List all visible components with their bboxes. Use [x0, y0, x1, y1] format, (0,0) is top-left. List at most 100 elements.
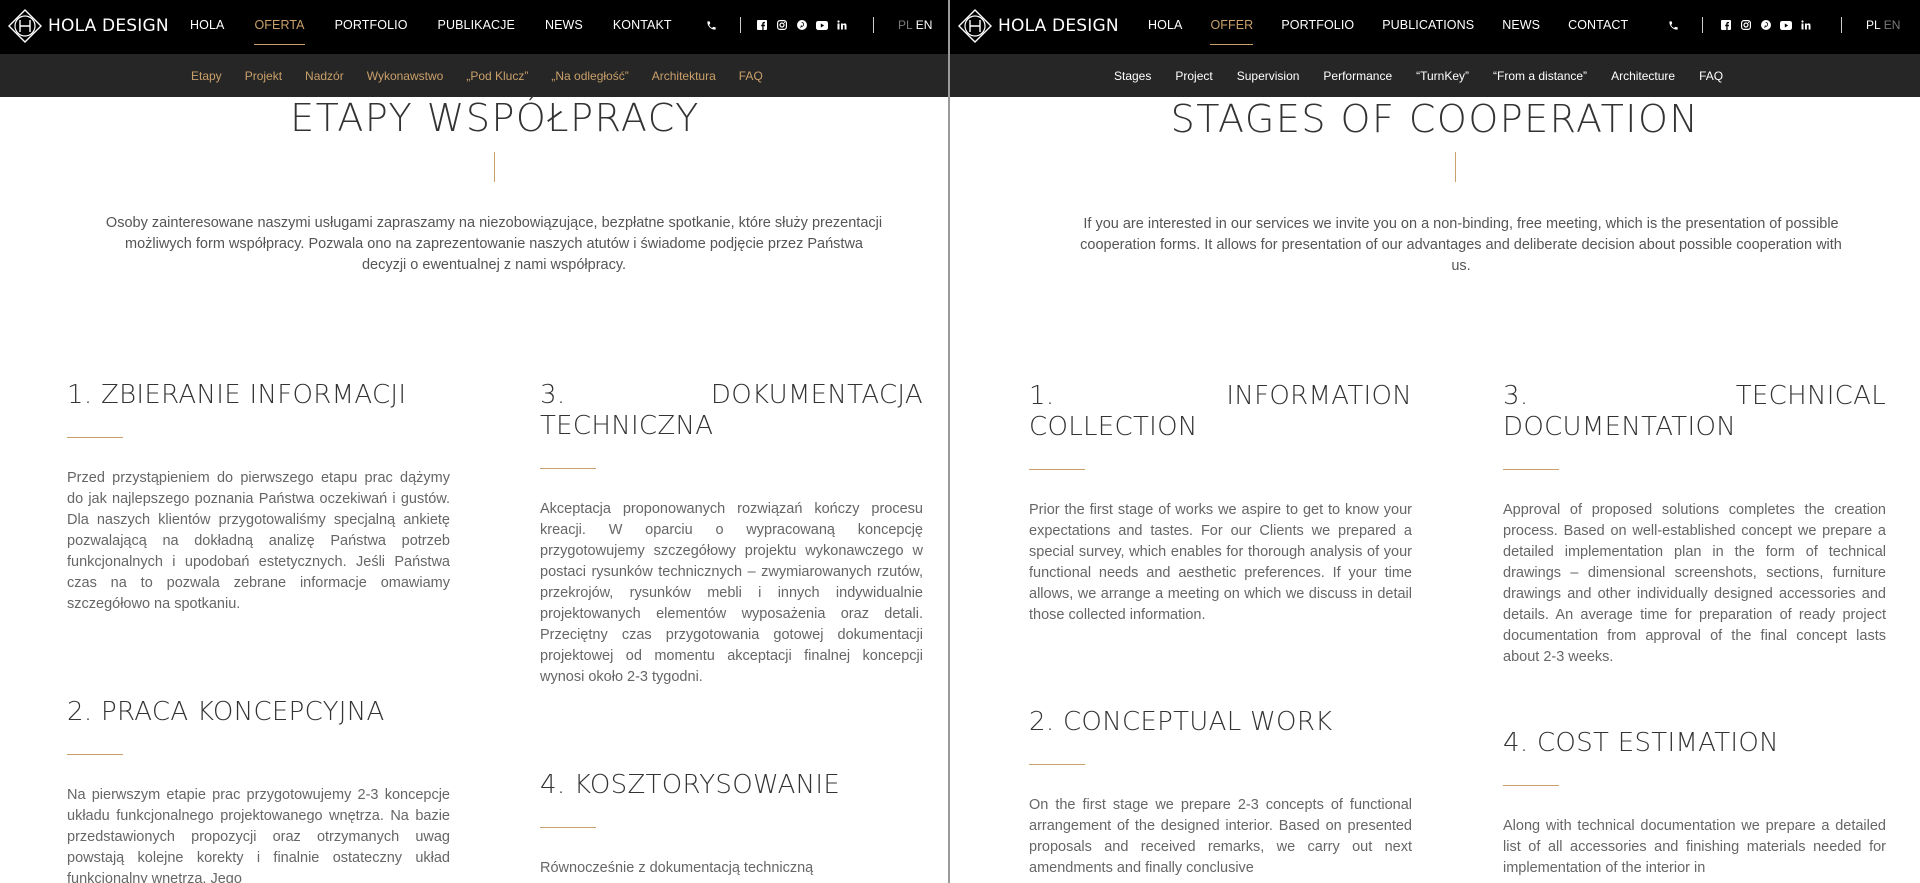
section-technical: 3. TECHNICAL DOCUMENTATION Approval of p…	[1503, 381, 1886, 668]
offer-subnav: Stages Project Supervision Performance “…	[1114, 54, 1723, 97]
subnav-turnkey[interactable]: “TurnKey”	[1416, 69, 1469, 83]
youtube-icon[interactable]	[1779, 18, 1793, 32]
section-title: 1. INFORMATION COLLECTION	[1029, 381, 1412, 442]
divider	[1702, 17, 1703, 33]
instagram-icon[interactable]	[1739, 18, 1753, 32]
subnav-project[interactable]: Project	[1175, 69, 1212, 83]
browser-pane-english: HOLA DESIGN HOLA OFFER PORTFOLIO PUBLICA…	[948, 0, 1920, 883]
section-information: 1. INFORMATION COLLECTION Prior the firs…	[1029, 381, 1412, 626]
phone-icon[interactable]	[1666, 18, 1680, 32]
nav-item-hola[interactable]: HOLA	[190, 18, 224, 32]
logo-mark-icon	[958, 9, 992, 43]
section-rule	[1503, 785, 1559, 786]
subnav-projekt[interactable]: Projekt	[245, 69, 282, 83]
lang-switch-en[interactable]: EN	[1884, 18, 1901, 32]
subnav-faq[interactable]: FAQ	[739, 69, 763, 83]
lang-switch-pl[interactable]: PL	[898, 18, 913, 32]
brand-name: HOLA DESIGN	[48, 16, 169, 36]
subnav-na-odleglosc[interactable]: „Na odległość”	[551, 69, 628, 83]
lang-switch-pl[interactable]: PL	[1866, 18, 1881, 32]
nav-item-oferta[interactable]: OFERTA	[254, 18, 305, 45]
nav-item-news[interactable]: NEWS	[1502, 18, 1540, 32]
section-title: 3. DOKUMENTACJA TECHNICZNA	[540, 380, 923, 441]
subnav-faq[interactable]: FAQ	[1699, 69, 1723, 83]
section-conceptual: 2. PRACA KONCEPCYJNA Na pierwszym etapie…	[67, 697, 450, 883]
divider	[873, 17, 874, 33]
intro-text: If you are interested in our services we…	[1080, 216, 1842, 274]
section-rule	[67, 437, 123, 438]
section-title: 1. ZBIERANIE INFORMACJI	[67, 380, 407, 410]
subnav-supervision[interactable]: Supervision	[1237, 69, 1300, 83]
section-body: Akceptacja proponowanych rozwiązań kończ…	[540, 501, 923, 685]
nav-item-portfolio[interactable]: PORTFOLIO	[1281, 18, 1354, 32]
nav-item-news[interactable]: NEWS	[545, 18, 583, 32]
nav-item-offer[interactable]: OFFER	[1210, 18, 1253, 45]
subnav-from-a-distance[interactable]: “From a distance”	[1493, 69, 1587, 83]
phone-icon[interactable]	[704, 18, 718, 32]
title-divider	[494, 152, 495, 182]
linkedin-icon[interactable]	[1799, 18, 1813, 32]
section-technical: 3. DOKUMENTACJA TECHNICZNA Akceptacja pr…	[540, 380, 923, 688]
section-cost: 4. COST ESTIMATION Along with technical …	[1503, 728, 1886, 879]
header-tools: PL EN	[1666, 0, 1900, 50]
section-body: Równocześnie z dokumentacją techniczną	[540, 860, 814, 876]
intro-text: Osoby zainteresowane naszymi usługami za…	[105, 215, 883, 273]
divider	[1841, 17, 1842, 33]
browser-pane-polish: HOLA DESIGN HOLA OFERTA PORTFOLIO PUBLIK…	[0, 0, 948, 883]
main-nav: HOLA OFERTA PORTFOLIO PUBLIKACJE NEWS KO…	[190, 0, 672, 50]
divider	[740, 17, 741, 33]
offer-subnav: Etapy Projekt Nadzór Wykonawstwo „Pod Kl…	[191, 54, 763, 97]
section-title: 2. PRACA KONCEPCYJNA	[67, 697, 385, 727]
section-cost: 4. KOSZTORYSOWANIE Równocześnie z dokume…	[540, 770, 923, 879]
header-tools: PL EN	[704, 0, 932, 50]
youtube-icon[interactable]	[815, 18, 829, 32]
subnav-performance[interactable]: Performance	[1323, 69, 1392, 83]
subnav-architecture[interactable]: Architecture	[1611, 69, 1675, 83]
section-rule	[1029, 764, 1085, 765]
pinterest-icon[interactable]	[1759, 18, 1773, 32]
section-title: 3. TECHNICAL DOCUMENTATION	[1503, 381, 1886, 442]
section-rule	[540, 468, 596, 469]
section-title: 2. CONCEPTUAL WORK	[1029, 707, 1333, 737]
site-logo[interactable]: HOLA DESIGN	[8, 9, 169, 43]
subnav-architektura[interactable]: Architektura	[652, 69, 716, 83]
section-body: Along with technical documentation we pr…	[1503, 818, 1886, 876]
main-nav: HOLA OFFER PORTFOLIO PUBLICATIONS NEWS C…	[1148, 0, 1628, 50]
section-body: Na pierwszym etapie prac przygotowujemy …	[67, 787, 450, 883]
nav-item-portfolio[interactable]: PORTFOLIO	[335, 18, 408, 32]
section-body: Przed przystąpieniem do pierwszego etapu…	[67, 470, 450, 612]
linkedin-icon[interactable]	[835, 18, 849, 32]
instagram-icon[interactable]	[775, 18, 789, 32]
section-rule	[67, 754, 123, 755]
nav-item-kontakt[interactable]: KONTAKT	[613, 18, 672, 32]
section-title: 4. COST ESTIMATION	[1503, 728, 1779, 758]
pinterest-icon[interactable]	[795, 18, 809, 32]
subnav-nadzor[interactable]: Nadzór	[305, 69, 344, 83]
subnav-etapy[interactable]: Etapy	[191, 69, 222, 83]
nav-item-hola[interactable]: HOLA	[1148, 18, 1182, 32]
subnav-stages[interactable]: Stages	[1114, 69, 1151, 83]
page-title: ETAPY WSPÓŁPRACY	[290, 96, 700, 140]
logo-mark-icon	[8, 9, 42, 43]
lang-switch-en[interactable]: EN	[916, 18, 933, 32]
section-body: Prior the first stage of works we aspire…	[1029, 502, 1412, 623]
nav-item-contact[interactable]: CONTACT	[1568, 18, 1628, 32]
site-logo[interactable]: HOLA DESIGN	[958, 9, 1119, 43]
section-conceptual: 2. CONCEPTUAL WORK On the first stage we…	[1029, 707, 1412, 879]
brand-name: HOLA DESIGN	[998, 16, 1119, 36]
section-information: 1. ZBIERANIE INFORMACJI Przed przystąpie…	[67, 380, 450, 615]
facebook-icon[interactable]	[1719, 18, 1733, 32]
page-title: STAGES OF COOPERATION	[1170, 97, 1700, 141]
section-body: On the first stage we prepare 2-3 concep…	[1029, 797, 1412, 876]
title-divider	[1455, 152, 1456, 182]
subnav-wykonawstwo[interactable]: Wykonawstwo	[367, 69, 444, 83]
section-title: 4. KOSZTORYSOWANIE	[540, 770, 841, 800]
section-rule	[540, 827, 596, 828]
facebook-icon[interactable]	[755, 18, 769, 32]
nav-item-publikacje[interactable]: PUBLIKACJE	[438, 18, 515, 32]
subnav-pod-klucz[interactable]: „Pod Klucz”	[466, 69, 528, 83]
nav-item-publications[interactable]: PUBLICATIONS	[1382, 18, 1474, 32]
section-body: Approval of proposed solutions completes…	[1503, 502, 1886, 665]
section-rule	[1029, 469, 1085, 470]
section-rule	[1503, 469, 1559, 470]
